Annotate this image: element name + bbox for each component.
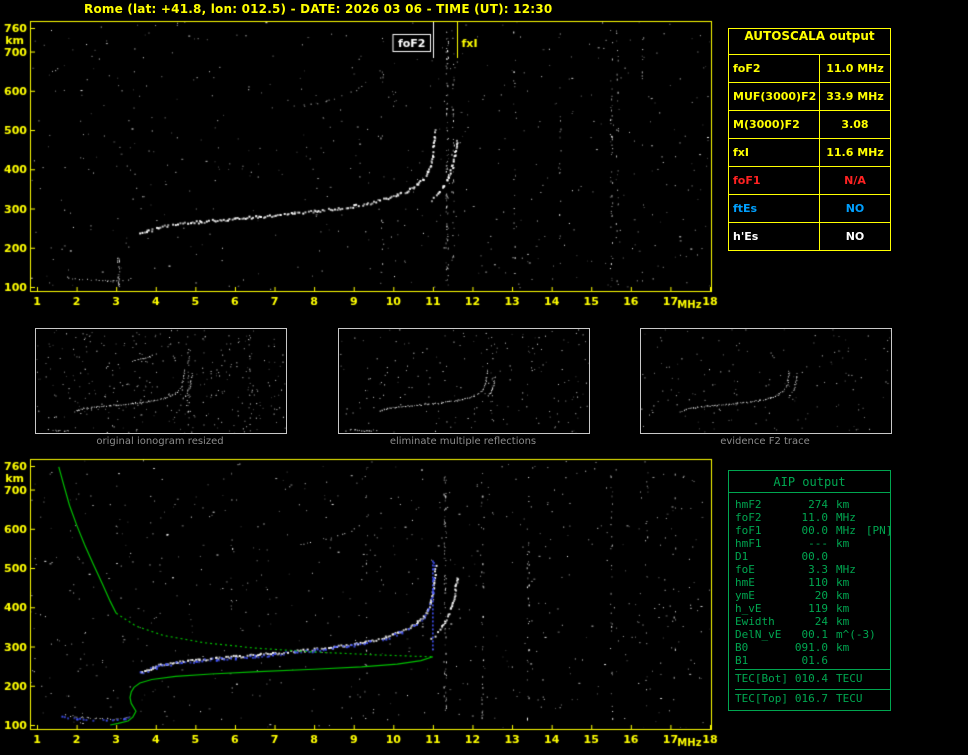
aip-table-header: AIP output: [729, 471, 890, 493]
thumbnail-caption-evidence: evidence F2 trace: [720, 436, 810, 447]
aip-v-hmf1: ---: [808, 537, 828, 550]
autoscala-table-header: AUTOSCALA output: [744, 29, 875, 43]
aip-v-b1: 01.6: [801, 654, 829, 667]
aip-v-deln-ve: 00.1: [801, 628, 829, 641]
aip-u-hmf1: km: [836, 537, 850, 550]
autoscala-row-fof2: foF2 11.0 MHz: [729, 54, 890, 82]
aip-row-fof1: foF1 00.0 MHz [PN]: [735, 524, 893, 537]
aip-row-hme: hmE 110 km: [735, 576, 890, 589]
aip-v-d1: 00.0: [801, 550, 829, 563]
aip-u-yme: km: [836, 589, 850, 602]
autoscala-row-fof1: foF1 N/A: [729, 166, 890, 194]
autoscala-value-h-es: NO: [845, 230, 865, 243]
autoscala-value-muf-3000-f2: 33.9 MHz: [826, 90, 884, 103]
aip-n-tec-top: TEC[Top]: [735, 692, 788, 705]
thumbnail-f2-evidence: [640, 328, 892, 434]
autoscala-row-m-3000-f2: M(3000)F2 3.08: [729, 110, 890, 138]
bottom-ionogram-canvas: [0, 450, 724, 755]
aip-v-fof1: 00.0: [801, 524, 829, 537]
aip-table-body: hmF2 274 km foF2 11.0 MHz foF1 00.0 MHz [PN] hmF1 -…: [729, 493, 893, 710]
aip-row-yme: ymE 20 km: [735, 589, 890, 602]
aip-row-h-ve: h_vE 119 km: [735, 602, 890, 615]
aip-row-hmf1: hmF1 --- km: [735, 537, 890, 550]
aip-n-fof2: foF2: [735, 511, 762, 524]
aip-row-b1: B1 01.6: [735, 654, 890, 667]
autoscala-label-muf-3000-f2: MUF(3000)F2: [729, 83, 820, 110]
aip-row-b0: B0 091.0 km: [735, 641, 890, 654]
aip-output-table: AIP output hmF2 274 km foF2 11.0 MHz foF1 00.0 M…: [728, 470, 893, 711]
autoscala-table-body: foF2 11.0 MHz MUF(3000)F2 33.9 MHz M(3000)F2…: [729, 54, 890, 250]
aip-n-hmf1: hmF1: [735, 537, 762, 550]
aip-u-ewidth: km: [836, 615, 850, 628]
thumbnail-caption-original: original ionogram resized: [96, 436, 224, 447]
aip-row-fof2: foF2 11.0 MHz: [735, 511, 890, 524]
autoscala-output-table: AUTOSCALA output foF2 11.0 MHz MUF(3000)F2…: [728, 28, 891, 251]
aip-n-hmf2: hmF2: [735, 498, 762, 511]
aip-v-foe: 3.3: [808, 563, 828, 576]
aip-n-hme: hmE: [735, 576, 755, 589]
aip-row-hmf2: hmF2 274 km: [735, 498, 890, 511]
aip-u-fof2: MHz: [836, 511, 856, 524]
autoscala-label-fof2: foF2: [729, 55, 820, 82]
autoscala-value-ftes: NO: [845, 202, 865, 215]
aip-u-b0: km: [836, 641, 850, 654]
autoscala-row-fxi: fxI 11.6 MHz: [729, 138, 890, 166]
aip-note-fof1: [PN]: [865, 524, 893, 537]
autoscala-value-fof1: N/A: [844, 174, 866, 187]
thumbnail-caption-cleaned: eliminate multiple reflections: [389, 436, 537, 447]
autoscala-row-muf-3000-f2: MUF(3000)F2 33.9 MHz: [729, 82, 890, 110]
autoscala-value-m-3000-f2: 3.08: [841, 118, 869, 131]
autoscala-label-ftes: ftEs: [729, 195, 820, 222]
aip-v-hmf2: 274: [808, 498, 828, 511]
aip-v-tec-top: 016.7: [794, 692, 828, 705]
top-ionogram-canvas: [0, 0, 724, 316]
aip-u-fof1: MHz: [836, 524, 856, 537]
aip-u-tec-top: TECU: [836, 692, 863, 705]
aip-n-h-ve: h_vE: [735, 602, 762, 615]
aip-v-fof2: 11.0: [801, 511, 829, 524]
autoscala-label-m-3000-f2: M(3000)F2: [729, 111, 820, 138]
autoscala-value-fxi: 11.6 MHz: [826, 146, 884, 159]
autoscala-label-h-es: h'Es: [729, 223, 820, 250]
aip-v-ewidth: 24: [814, 615, 828, 628]
aip-v-yme: 20: [814, 589, 828, 602]
aip-n-b1: B1: [735, 654, 749, 667]
autoscala-screen: Rome (lat: +41.8, lon: 012.5) - DATE: 20…: [0, 0, 968, 755]
autoscala-row-ftes: ftEs NO: [729, 194, 890, 222]
aip-n-b0: B0: [735, 641, 749, 654]
aip-n-foe: foE: [735, 563, 755, 576]
aip-row-tec-top: TEC[Top] 016.7 TECU: [735, 689, 890, 707]
aip-n-ewidth: Ewidth: [735, 615, 775, 628]
aip-u-foe: MHz: [836, 563, 856, 576]
aip-n-d1: D1: [735, 550, 749, 563]
autoscala-value-fof2: 11.0 MHz: [826, 62, 884, 75]
aip-v-b0: 091.0: [794, 641, 828, 654]
thumbnail-original-ionogram: [35, 328, 287, 434]
aip-row-deln-ve: DelN_vE 00.1 m^(-3): [735, 628, 890, 641]
aip-u-h-ve: km: [836, 602, 850, 615]
thumbnail-cleaned-ionogram: [338, 328, 590, 434]
autoscala-label-fof1: foF1: [729, 167, 820, 194]
aip-u-hme: km: [836, 576, 850, 589]
aip-n-tec-bot: TEC[Bot]: [735, 672, 788, 685]
aip-v-hme: 110: [808, 576, 828, 589]
aip-v-h-ve: 119: [808, 602, 828, 615]
aip-row-d1: D1 00.0: [735, 550, 890, 563]
aip-row-ewidth: Ewidth 24 km: [735, 615, 890, 628]
aip-n-deln-ve: DelN_vE: [735, 628, 782, 641]
aip-v-tec-bot: 010.4: [794, 672, 828, 685]
aip-n-yme: ymE: [735, 589, 755, 602]
aip-n-fof1: foF1: [735, 524, 762, 537]
aip-u-tec-bot: TECU: [836, 672, 863, 685]
aip-u-hmf2: km: [836, 498, 850, 511]
aip-row-foe: foE 3.3 MHz: [735, 563, 890, 576]
autoscala-row-h-es: h'Es NO: [729, 222, 890, 250]
autoscala-label-fxi: fxI: [729, 139, 820, 166]
aip-row-tec-bot: TEC[Bot] 010.4 TECU: [735, 669, 890, 687]
aip-u-deln-ve: m^(-3): [836, 628, 876, 641]
